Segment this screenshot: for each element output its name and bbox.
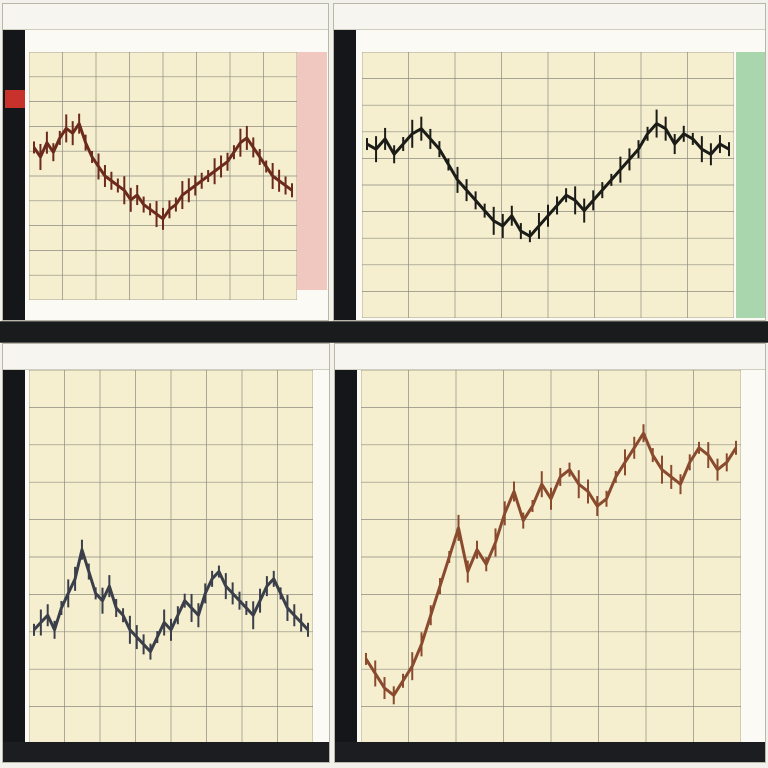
toolbar-strip [0,321,768,343]
chart-svg-3 [29,370,313,744]
y-axis-strip [3,30,25,320]
y-axis-strip [335,370,357,762]
chart-panel-1 [2,3,329,321]
y-axis-strip [3,370,25,762]
plot-area [361,370,741,744]
price-marker [5,90,25,108]
chart-svg-2 [362,52,734,318]
plot-area [362,52,734,318]
y-axis-strip [334,30,356,320]
highlight-band [736,52,765,318]
highlight-band [297,52,327,290]
panel-footer [3,742,329,762]
chart-svg-4 [361,370,741,744]
panel-header [3,4,328,30]
panel-header [334,4,765,30]
plot-area [29,370,313,744]
panel-footer [335,742,765,762]
chart-panel-3 [2,343,330,763]
panel-header [3,344,329,370]
chart-panel-2 [333,3,766,321]
plot-area [29,52,297,300]
chart-panel-4 [334,343,766,763]
panel-header [335,344,765,370]
chart-svg-1 [29,52,297,300]
